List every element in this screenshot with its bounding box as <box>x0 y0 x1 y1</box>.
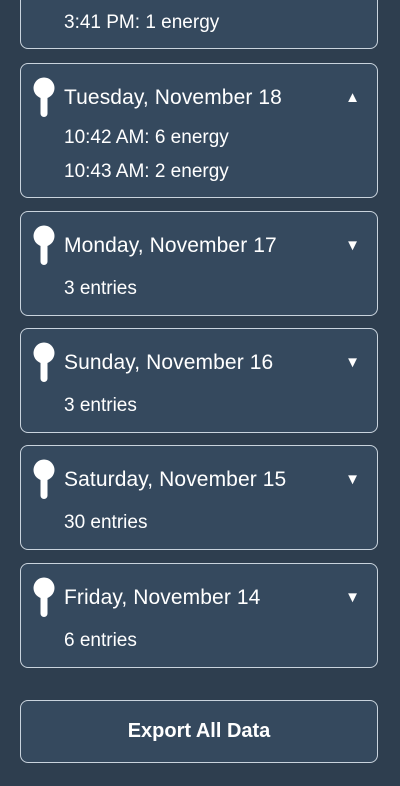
entry-count: 30 entries <box>64 512 148 533</box>
day-card-tuesday[interactable]: Tuesday, November 18 ▲ 10:42 AM: 6 energ… <box>20 63 378 198</box>
key-icon <box>33 459 55 499</box>
entry-count: 3 entries <box>64 395 137 416</box>
entry-count: 3 entries <box>64 278 137 299</box>
day-date: Friday, November 14 <box>64 586 261 609</box>
key-icon <box>33 577 55 617</box>
day-card-header[interactable]: Saturday, November 15 ▼ <box>21 446 377 506</box>
entry-line: 10:42 AM: 6 energy <box>64 127 229 148</box>
key-icon <box>33 77 55 117</box>
chevron-down-icon[interactable]: ▼ <box>345 588 360 608</box>
day-date: Monday, November 17 <box>64 234 277 257</box>
day-card-partial[interactable]: 3:41 PM: 1 energy <box>20 0 378 49</box>
day-card-header[interactable]: Monday, November 17 ▼ <box>21 212 377 272</box>
day-card-header[interactable]: Sunday, November 16 ▼ <box>21 329 377 389</box>
day-card-monday[interactable]: Monday, November 17 ▼ 3 entries <box>20 211 378 316</box>
key-icon <box>33 225 55 265</box>
chevron-up-icon[interactable]: ▲ <box>345 88 360 108</box>
day-card-sunday[interactable]: Sunday, November 16 ▼ 3 entries <box>20 328 378 433</box>
key-icon <box>33 342 55 382</box>
entry-count: 6 entries <box>64 630 137 651</box>
day-card-header[interactable]: Friday, November 14 ▼ <box>21 564 377 624</box>
entry-line: 3:41 PM: 1 energy <box>64 12 220 33</box>
chevron-down-icon[interactable]: ▼ <box>345 353 360 373</box>
day-date: Saturday, November 15 <box>64 468 287 491</box>
day-card-header[interactable]: Tuesday, November 18 ▲ <box>21 64 377 124</box>
export-all-data-button[interactable]: Export All Data <box>20 700 378 763</box>
day-date: Tuesday, November 18 <box>64 86 282 109</box>
day-date: Sunday, November 16 <box>64 351 274 374</box>
entry-line: 10:43 AM: 2 energy <box>64 161 229 182</box>
chevron-down-icon[interactable]: ▼ <box>345 236 360 256</box>
day-card-saturday[interactable]: Saturday, November 15 ▼ 30 entries <box>20 445 378 550</box>
chevron-down-icon[interactable]: ▼ <box>345 470 360 490</box>
day-card-friday[interactable]: Friday, November 14 ▼ 6 entries <box>20 563 378 668</box>
energy-log-page: 3:41 PM: 1 energy Tuesday, November 18 ▲… <box>0 0 400 786</box>
